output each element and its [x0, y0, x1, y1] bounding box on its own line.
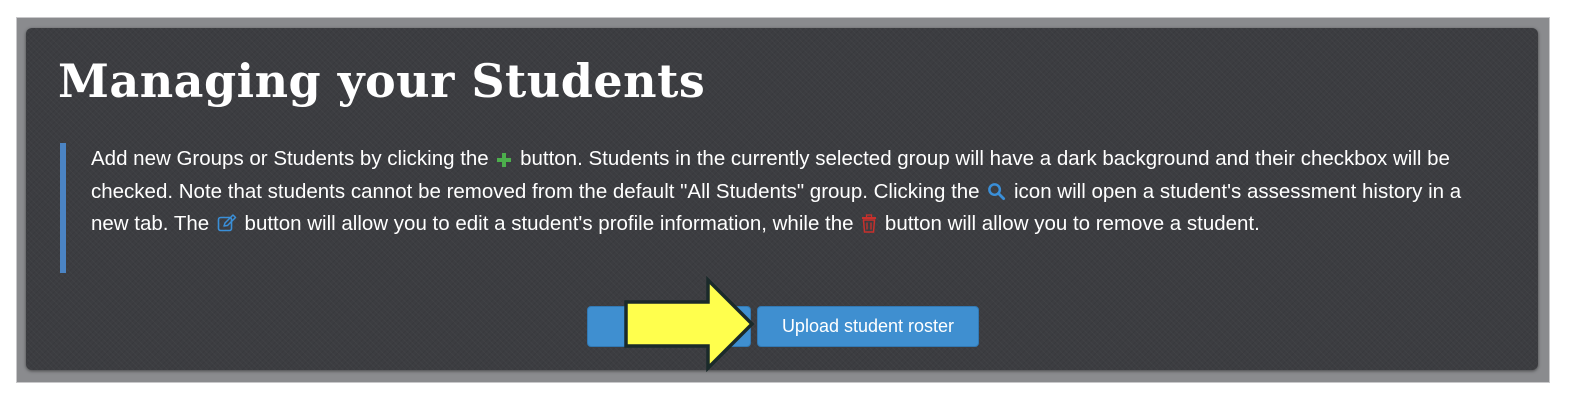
search-icon: [987, 182, 1006, 201]
trash-icon: [861, 214, 877, 233]
edit-icon: [217, 214, 237, 233]
instructions-text: Add new Groups or Students by clicking t…: [91, 143, 1491, 241]
upload-student-roster-button[interactable]: Upload student roster: [757, 306, 979, 347]
instructions-part-4: button will allow you to edit a student'…: [238, 212, 860, 235]
plus-icon: [496, 152, 512, 168]
page-title: Managing your Students: [58, 54, 706, 108]
instructions-part-1: Add new Groups or Students by clicking t…: [91, 147, 495, 170]
instructions-part-5: button will allow you to remove a studen…: [879, 212, 1260, 235]
arrow-right-icon: [624, 276, 755, 372]
